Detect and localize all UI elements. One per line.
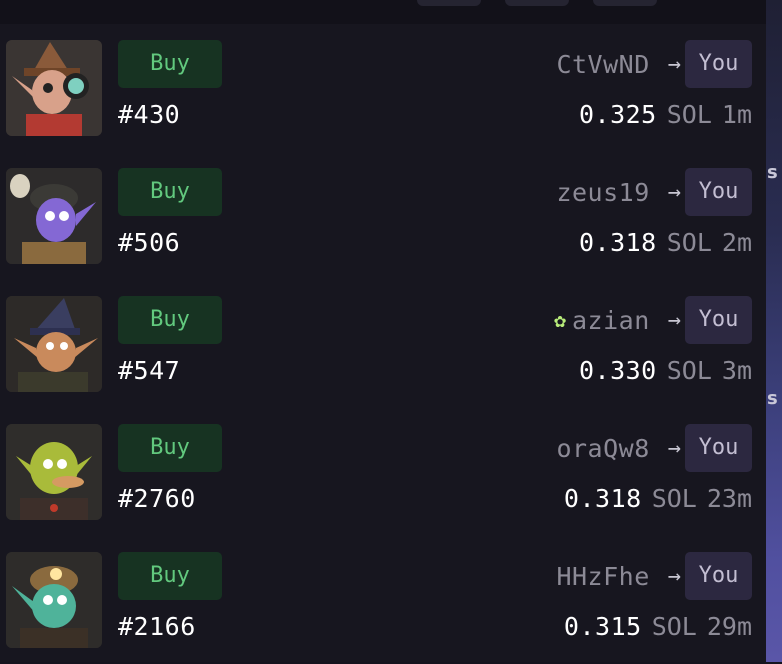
activity-panel: Buy #430 CtVwND → You 0.325 SOL 1m Buy #… <box>0 0 766 662</box>
price-unit: SOL <box>666 100 712 129</box>
price-unit: SOL <box>666 356 712 385</box>
you-badge[interactable]: You <box>685 424 752 472</box>
price-line: 0.315 SOL 29m <box>564 612 752 642</box>
edge-text: s <box>767 388 778 409</box>
price-unit: SOL <box>666 228 712 257</box>
price-value: 0.315 <box>563 612 642 641</box>
listing-row[interactable]: Buy #547 ✿ azian → You 0.330 SOL 3m <box>0 280 766 408</box>
seller-name[interactable]: azian <box>572 306 650 335</box>
you-badge[interactable]: You <box>685 40 752 88</box>
token-id: #547 <box>118 356 181 385</box>
time-ago: 29m <box>706 612 752 641</box>
buy-button[interactable]: Buy <box>118 168 222 216</box>
transfer-info: zeus19 → <box>556 168 681 216</box>
price-value: 0.318 <box>578 228 657 257</box>
token-id: #506 <box>118 228 181 257</box>
price-unit: SOL <box>651 484 697 513</box>
transfer-info: HHzFhe → <box>556 552 681 600</box>
price-line: 0.318 SOL 23m <box>564 484 752 514</box>
time-ago: 3m <box>721 356 752 385</box>
you-badge[interactable]: You <box>685 296 752 344</box>
background-window-edge <box>766 0 782 662</box>
top-toolbar <box>0 0 766 24</box>
time-ago: 2m <box>721 228 752 257</box>
price-unit: SOL <box>651 612 697 641</box>
seller-name[interactable]: CtVwND <box>556 50 649 79</box>
listing-row[interactable]: Buy #430 CtVwND → You 0.325 SOL 1m <box>0 24 766 152</box>
seller-name[interactable]: zeus19 <box>556 178 649 207</box>
edge-text: s <box>767 162 778 183</box>
seller-name[interactable]: HHzFhe <box>556 562 649 591</box>
token-id: #430 <box>118 100 181 129</box>
transfer-info: CtVwND → <box>556 40 681 88</box>
transfer-info: ✿ azian → <box>554 296 681 344</box>
arrow-right-icon: → <box>667 307 681 333</box>
token-id: #2760 <box>118 484 196 513</box>
nft-avatar[interactable] <box>6 40 102 136</box>
price-value: 0.318 <box>563 484 642 513</box>
price-value: 0.325 <box>578 100 657 129</box>
price-line: 0.325 SOL 1m <box>579 100 752 130</box>
buy-button[interactable]: Buy <box>118 296 222 344</box>
price-line: 0.318 SOL 2m <box>579 228 752 258</box>
listing-row[interactable]: Buy #2760 oraQw8 → You 0.318 SOL 23m <box>0 408 766 536</box>
buy-button[interactable]: Buy <box>118 424 222 472</box>
arrow-right-icon: → <box>667 563 681 589</box>
buy-button[interactable]: Buy <box>118 40 222 88</box>
toolbar-tab[interactable] <box>417 0 481 6</box>
buy-button[interactable]: Buy <box>118 552 222 600</box>
time-ago: 1m <box>721 100 752 129</box>
you-badge[interactable]: You <box>685 552 752 600</box>
nft-avatar[interactable] <box>6 424 102 520</box>
toolbar-tab[interactable] <box>505 0 569 6</box>
listing-row[interactable]: Buy #2166 HHzFhe → You 0.315 SOL 29m <box>0 536 766 664</box>
arrow-right-icon: → <box>667 179 681 205</box>
toolbar-tab[interactable] <box>593 0 657 6</box>
you-badge[interactable]: You <box>685 168 752 216</box>
transfer-info: oraQw8 → <box>556 424 681 472</box>
verified-gear-icon: ✿ <box>553 308 566 332</box>
price-line: 0.330 SOL 3m <box>579 356 752 386</box>
nft-avatar[interactable] <box>6 296 102 392</box>
arrow-right-icon: → <box>667 51 681 77</box>
seller-name[interactable]: oraQw8 <box>556 434 649 463</box>
token-id: #2166 <box>118 612 196 641</box>
listing-row[interactable]: Buy #506 zeus19 → You 0.318 SOL 2m <box>0 152 766 280</box>
time-ago: 23m <box>706 484 752 513</box>
price-value: 0.330 <box>578 356 657 385</box>
nft-avatar[interactable] <box>6 168 102 264</box>
nft-avatar[interactable] <box>6 552 102 648</box>
arrow-right-icon: → <box>667 435 681 461</box>
